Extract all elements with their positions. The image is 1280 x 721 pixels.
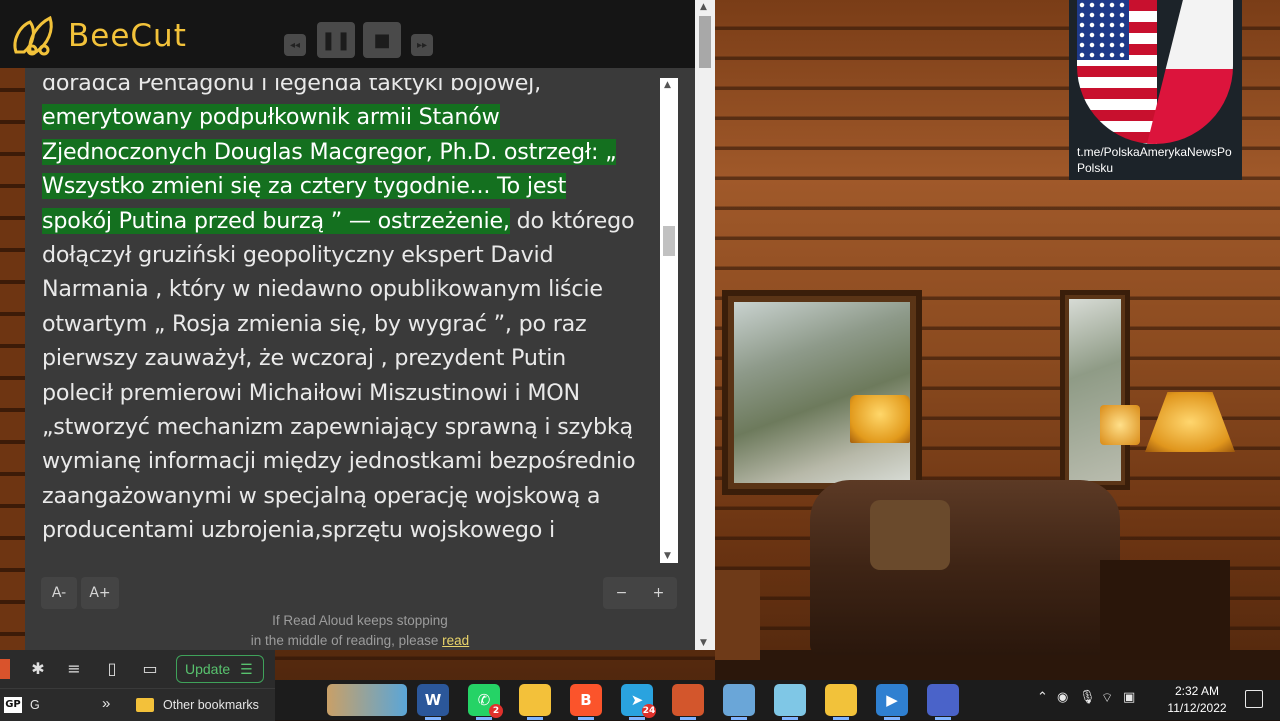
update-label: Update [185,661,231,677]
show-hidden-icons-chevron-icon[interactable]: ⌃ [1037,690,1048,705]
taskbar-telegram-badge: 24 [642,704,656,718]
telegram-channel-badge: t.me/PolskaAmerykaNewsPo Polsku [1069,0,1242,180]
reader-text: doradca Pentagonu i legenda taktyki bojo… [42,78,642,548]
taskbar-app-10-glyph: ▶ [886,691,898,709]
help-read-link[interactable]: read [442,633,469,648]
reader-text-area[interactable]: doradca Pentagonu i legenda taktyki bojo… [42,78,659,563]
bookmark-gp[interactable]: GP [4,697,22,713]
taskbar-word-glyph: W [424,691,442,709]
forward-button[interactable]: ▸▸ [411,34,433,56]
background-lamp [850,395,910,443]
taskbar-app-7-icon[interactable] [723,684,755,716]
pause-icon: ❚❚ [320,29,352,51]
taskbar-app-11-icon[interactable] [927,684,959,716]
read-aloud-help-note: If Read Aloud keeps stopping in the midd… [195,611,525,651]
taskbar-whatsapp-badge: 2 [489,704,503,718]
background-lamp-small [1100,405,1140,445]
forward-icon: ▸▸ [416,39,428,51]
speed-controls: − + [603,577,677,609]
speed-decrease-button[interactable]: − [616,585,628,601]
background-sofa [810,480,1120,655]
brave-shield-icon[interactable] [0,659,10,679]
tray-app-icon[interactable]: ◉ [1057,690,1068,705]
menu-icon: ☰ [240,660,253,677]
wallet-icon[interactable]: ▭ [140,659,160,679]
taskbar-whatsapp-icon[interactable]: ✆ 2 [468,684,503,718]
reader-scroll-thumb[interactable] [663,226,675,256]
bee-logo-icon [13,15,53,56]
read-aloud-panel: doradca Pentagonu i legenda taktyki bojo… [25,68,695,650]
taskbar-app-6-icon[interactable] [672,684,704,716]
taskbar-telegram-icon[interactable]: ➤ 24 [621,684,656,718]
page-scroll-down-icon[interactable]: ▼ [700,638,707,648]
us-poland-flag-icon [1077,0,1233,144]
folder-icon [136,698,154,712]
reader-scrollbar[interactable]: ▲ ▼ [660,78,678,563]
taskbar-beecut-icon[interactable] [825,684,857,716]
browser-toolbar: ✱ ≡ ▯ ▭ Update ☰ [0,650,275,688]
font-decrease-button[interactable]: A- [41,577,77,609]
extensions-puzzle-icon[interactable]: ✱ [28,659,48,679]
help-note-line2: in the middle of reading, please [250,633,443,648]
taskbar-whatsapp-glyph: ✆ [477,691,491,709]
bookmark-g[interactable]: G [30,698,40,712]
taskbar-app-10-icon[interactable]: ▶ [876,684,908,716]
scroll-up-arrow-icon[interactable]: ▲ [664,80,671,90]
rewind-button[interactable]: ◂◂ [284,34,306,56]
telegram-channel-url: t.me/PolskaAmerykaNewsPo Polsku [1077,145,1232,175]
taskbar-brave-icon[interactable]: B [570,684,602,716]
clock-date: 11/12/2022 [1167,701,1227,715]
taskbar-file-explorer-icon[interactable] [519,684,551,716]
update-button[interactable]: Update ☰ [176,655,264,683]
bookmarks-bar: GP G » Other bookmarks [0,688,275,721]
reader-text-before: doradca Pentagonu i legenda taktyki bojo… [42,78,541,96]
taskbar-word-icon[interactable]: W [417,684,449,716]
scroll-down-arrow-icon[interactable]: ▼ [664,551,671,561]
page-scroll-up-icon[interactable]: ▲ [700,2,707,12]
stop-button[interactable]: ■ [363,22,401,58]
reader-text-after: do którego dołączył gruziński geopolityc… [42,207,636,544]
wifi-icon[interactable]: ⌔ [1101,690,1113,706]
beecut-toolbar: BeeCut ◂◂ ❚❚ ■ ▸▸ [0,0,695,68]
taskbar-brave-glyph: B [580,691,592,709]
background-chair [715,570,760,660]
system-clock[interactable]: 2:32 AM 11/12/2022 [1157,683,1237,717]
sidebar-icon[interactable]: ▯ [102,659,122,679]
font-increase-button[interactable]: A+ [81,577,119,609]
rewind-icon: ◂◂ [289,39,301,51]
other-bookmarks[interactable]: Other bookmarks [163,698,259,712]
page-scrollbar[interactable]: ▲ ▼ [695,0,715,650]
background-cushion [870,500,950,570]
taskbar-telegram-glyph: ➤ [630,691,644,709]
notifications-icon[interactable] [1245,690,1263,708]
bookmarks-overflow-button[interactable]: » [102,695,110,712]
windows-taskbar: W ✆ 2 B ➤ 24 ▶ ⌃ ◉ 🎙 ⌔ ▣ 2:32 AM 11/12/2022 [275,680,1280,720]
taskbar-app-8-icon[interactable] [774,684,806,716]
page-scroll-thumb[interactable] [699,16,711,68]
microphone-icon[interactable]: 🎙 [1079,690,1096,705]
app-name: BeeCut [68,18,187,54]
background-side-table [1100,560,1230,660]
background-window-right [1060,290,1130,490]
taskbar-search-image[interactable] [327,684,407,716]
pause-button[interactable]: ❚❚ [317,22,355,58]
stop-icon: ■ [373,29,391,51]
display-icon[interactable]: ▣ [1123,690,1135,705]
help-note-line1: If Read Aloud keeps stopping [272,613,448,628]
speed-increase-button[interactable]: + [653,585,665,601]
clock-time: 2:32 AM [1174,684,1220,698]
background-window-left [722,290,922,495]
playlist-icon[interactable]: ≡ [64,659,84,679]
